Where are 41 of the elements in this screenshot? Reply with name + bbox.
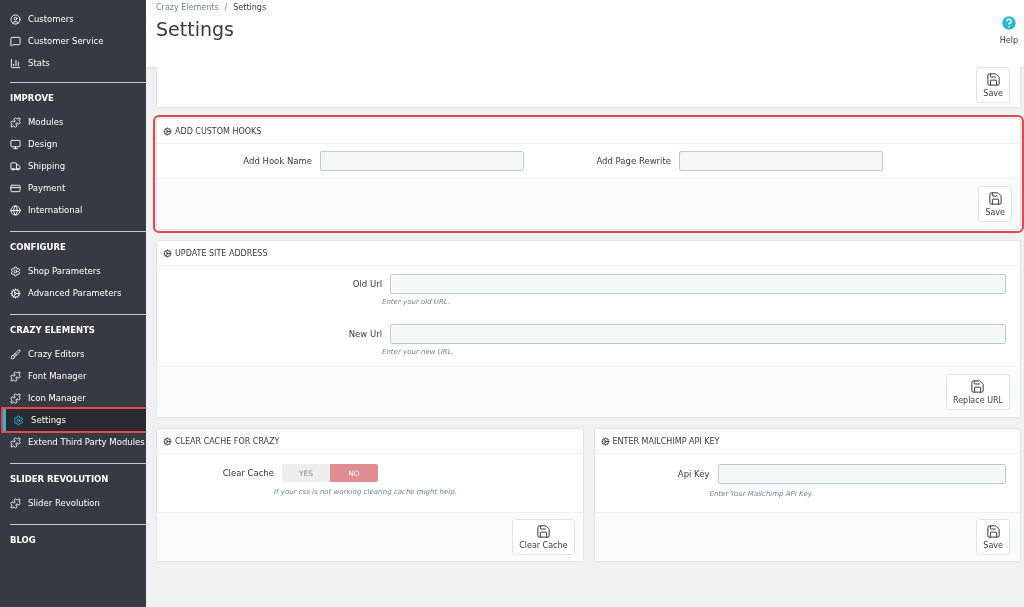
sidebar-item[interactable]: Slider Revolution xyxy=(10,492,146,514)
breadcrumb-separator: / xyxy=(224,3,228,12)
field-label: Old Url xyxy=(351,279,383,289)
sidebar-item[interactable]: Modules xyxy=(10,111,146,133)
sidebar-item[interactable]: Icon Manager xyxy=(10,387,146,409)
sidebar-item[interactable]: Design xyxy=(10,133,146,155)
sidebar-section-title: BLOG xyxy=(10,535,37,545)
sidebar-item[interactable]: Advanced Parameters xyxy=(10,282,146,304)
sidebar-section-title: CONFIGURE xyxy=(10,242,67,252)
sidebar-item[interactable]: Extend Third Party Modules xyxy=(10,431,146,453)
help-link[interactable]: Help xyxy=(999,0,1018,67)
sidebar-item[interactable]: Crazy Editors xyxy=(10,343,146,365)
page-title: Settings xyxy=(156,18,235,40)
sidebar-item[interactable]: Payment xyxy=(10,177,146,199)
field-label: Api Key xyxy=(676,469,711,479)
field-label: Clear Cache xyxy=(221,468,275,478)
sidebar-item[interactable]: Font Manager xyxy=(10,365,146,387)
field-label: Add Hook Name xyxy=(242,156,313,166)
sidebar-item[interactable]: International xyxy=(10,199,146,221)
panel-header: ENTER MAILCHIMP API KEY xyxy=(594,429,1020,454)
save-button[interactable]: Save xyxy=(976,67,1010,103)
panel-header: ADD CUSTOM HOOKS xyxy=(157,119,1020,144)
sidebar-item[interactable]: Settings xyxy=(3,409,146,431)
field-label: New Url xyxy=(347,329,383,339)
sidebar-item[interactable]: Customers xyxy=(10,8,146,30)
sidebar-section-title: SLIDER REVOLUTION xyxy=(10,474,110,484)
sidebar-item[interactable]: Shipping xyxy=(10,155,146,177)
sidebar-section-title: IMPROVE xyxy=(10,93,55,103)
replace-url-button[interactable]: Replace URL xyxy=(945,374,1010,410)
sidebar-item[interactable]: Customer Service xyxy=(10,30,146,52)
save-button[interactable]: Save xyxy=(976,519,1010,555)
breadcrumb-link[interactable]: Crazy Elements xyxy=(156,3,219,12)
sidebar-section-title: CRAZY ELEMENTS xyxy=(10,325,96,335)
field-label: Add Page Rewrite xyxy=(595,156,672,166)
save-button[interactable]: Save xyxy=(978,186,1012,222)
sidebar-item[interactable]: Shop Parameters xyxy=(10,260,146,282)
panel-header: UPDATE SITE ADDRESS xyxy=(157,241,1020,266)
clear-cache-button[interactable]: Clear Cache xyxy=(512,519,575,555)
sidebar-item[interactable]: Stats xyxy=(10,52,146,74)
breadcrumb-link[interactable]: Settings xyxy=(233,3,267,12)
panel-header: CLEAR CACHE FOR CRAZY xyxy=(157,429,583,454)
